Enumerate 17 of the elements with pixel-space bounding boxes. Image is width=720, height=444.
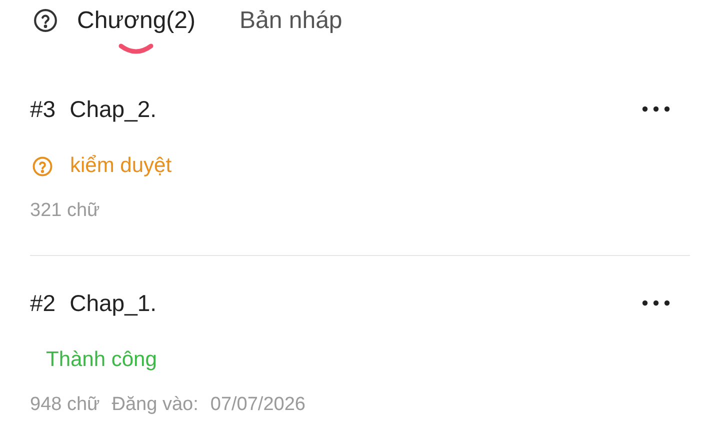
chapter-number: #3 [30,94,56,124]
chapter-title[interactable]: Chap_2. [70,92,157,126]
chapter-title[interactable]: Chap_1. [70,286,157,320]
posted-date: 07/07/2026 [210,392,306,417]
status-label: kiểm duyệt [70,153,172,180]
tab[interactable]: Chương(2) [77,7,196,55]
word-count: 948 chữ [30,392,100,417]
status-label: Thành công [46,347,157,374]
tab[interactable]: Bản nháp [240,7,342,55]
more-icon[interactable] [642,300,670,306]
question-icon [32,156,53,176]
chapter-number: #2 [30,288,56,318]
tab-indicator [118,43,154,55]
posted-label: Đăng vào: [112,392,198,417]
word-count: 321 chữ [30,198,100,223]
help-icon[interactable] [33,8,58,33]
more-icon[interactable] [642,106,670,112]
